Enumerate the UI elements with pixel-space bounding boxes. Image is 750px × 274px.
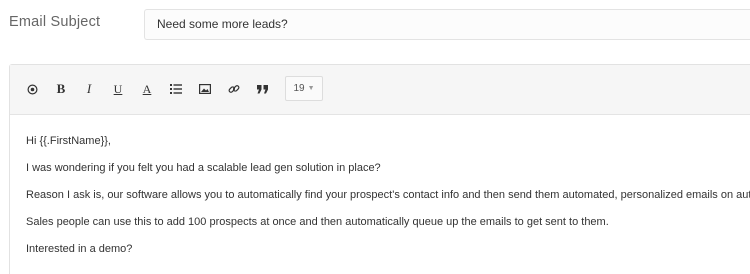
body-line-question: I was wondering if you felt you had a sc… <box>26 162 381 174</box>
editor-toolbar: B I U A 19 ▼ <box>10 65 750 115</box>
underline-icon[interactable]: U <box>110 81 126 97</box>
italic-icon[interactable]: I <box>81 81 97 97</box>
list-icon[interactable] <box>168 81 184 97</box>
email-editor: B I U A 19 ▼ Hi {{.FirstName}}, I was wo… <box>9 64 750 274</box>
body-line-reason: Reason I ask is, our software allows you… <box>26 189 750 201</box>
subject-input[interactable]: Need some more leads? <box>144 9 750 40</box>
body-line-demo: Interested in a demo? <box>26 243 133 255</box>
link-icon[interactable] <box>226 81 242 97</box>
font-size-value: 19 <box>293 83 305 94</box>
font-color-icon[interactable]: A <box>139 81 155 97</box>
font-size-select[interactable]: 19 ▼ <box>285 76 323 101</box>
body-line-sales: Sales people can use this to add 100 pro… <box>26 216 609 228</box>
record-icon[interactable] <box>24 81 40 97</box>
subject-label: Email Subject <box>9 14 101 30</box>
bold-icon[interactable]: B <box>53 81 69 97</box>
body-line-greeting: Hi {{.FirstName}}, <box>26 135 111 147</box>
chevron-down-icon: ▼ <box>307 85 315 92</box>
quote-icon[interactable] <box>255 81 271 97</box>
image-icon[interactable] <box>197 81 213 97</box>
